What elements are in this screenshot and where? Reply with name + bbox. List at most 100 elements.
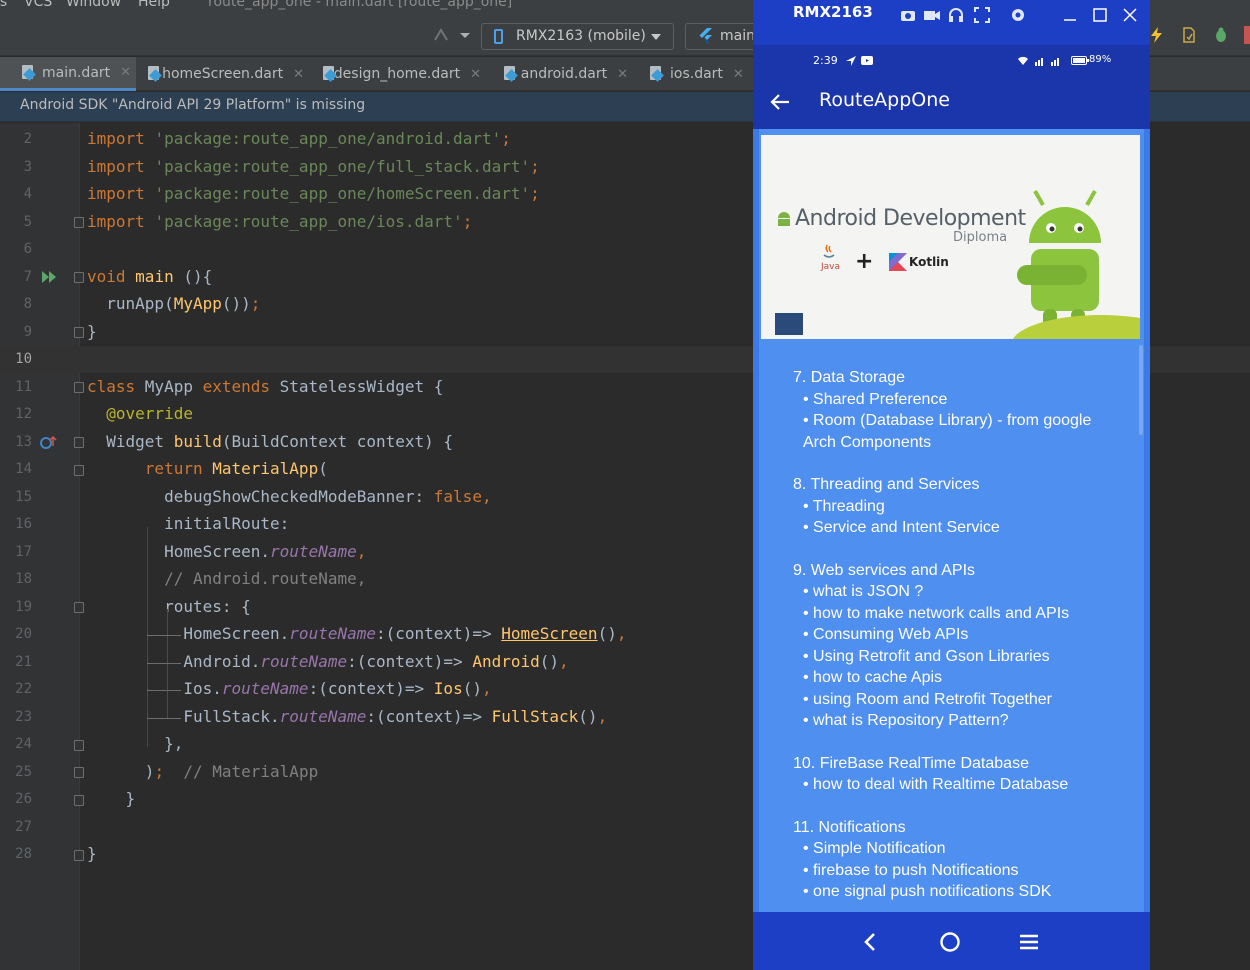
code-token: } <box>87 789 136 808</box>
fold-marker[interactable] <box>74 465 84 476</box>
app-content[interactable]: Android Development Diploma Java + Kotli… <box>753 129 1150 912</box>
minimize-icon[interactable] <box>1061 6 1079 24</box>
course-topic: • what is Repository Pattern? <box>803 712 1009 729</box>
plus-sign: + <box>855 249 874 274</box>
code-token: :(context)=> <box>376 624 502 643</box>
close-icon[interactable]: ✕ <box>617 67 628 82</box>
navigation-arrow-icon <box>846 56 856 66</box>
close-icon[interactable]: ✕ <box>733 67 744 82</box>
code-token: main <box>135 266 184 286</box>
line-number: 16 <box>15 516 32 532</box>
code-token: } <box>87 844 97 863</box>
code-token: ; <box>530 156 540 176</box>
line-number: 24 <box>15 736 32 752</box>
code-token: () <box>462 679 482 698</box>
code-token: } <box>87 321 97 341</box>
fold-marker[interactable] <box>74 217 84 228</box>
video-icon[interactable] <box>923 6 941 24</box>
fold-marker[interactable] <box>74 850 84 861</box>
run-icon[interactable] <box>41 270 59 284</box>
close-icon[interactable] <box>1121 6 1139 24</box>
code-token: Ios. <box>87 679 222 698</box>
emulator-title-bar: RMX2163 <box>753 0 1150 32</box>
fold-marker[interactable] <box>74 795 84 806</box>
toolbar-overflow[interactable] <box>1244 26 1250 44</box>
line-number: 26 <box>15 791 32 807</box>
tree-connector <box>147 718 181 719</box>
course-topic: • what is JSON ? <box>803 583 924 600</box>
code-token: 'package:route_app_one/full_stack.dart' <box>154 156 531 176</box>
code-token: , <box>356 541 367 561</box>
code-token: ; <box>250 294 261 313</box>
headphones-icon[interactable] <box>947 6 965 24</box>
code-text: routes: { <box>87 597 251 616</box>
course-section-title: 8. Threading and Services <box>793 476 980 493</box>
fold-marker[interactable] <box>74 272 84 283</box>
tab-main-dart[interactable]: main.dart ✕ <box>0 57 136 91</box>
close-icon[interactable]: ✕ <box>470 67 481 82</box>
line-number: 28 <box>15 846 32 862</box>
menu-item-ls[interactable]: ls <box>0 0 7 10</box>
tab-label: homeScreen.dart <box>162 66 284 82</box>
code-token: build <box>173 431 222 451</box>
menu-item-vcs[interactable]: VCS <box>24 0 52 10</box>
code-token: routes: { <box>87 596 251 616</box>
gear-icon[interactable] <box>1009 6 1027 24</box>
run-config-label: main <box>720 28 755 44</box>
override-icon[interactable] <box>40 434 58 450</box>
vcs-branch-icon[interactable] <box>432 26 450 44</box>
code-token: // MaterialApp <box>164 761 319 781</box>
code-token: ( <box>318 459 328 478</box>
line-number: 20 <box>15 626 32 642</box>
fold-marker[interactable] <box>74 602 84 613</box>
tab-ios-dart[interactable]: ios.dart ✕ <box>628 57 750 91</box>
code-token: import <box>87 129 155 148</box>
footer-logo <box>775 313 803 335</box>
course-topic: • Room (Database Library) - from google <box>803 412 1092 429</box>
device-file-icon[interactable] <box>1180 26 1198 44</box>
course-topic: • one signal push notifications SDK <box>803 883 1052 900</box>
fold-marker[interactable] <box>74 740 84 751</box>
code-text: import 'package:route_app_one/homeScreen… <box>87 184 540 203</box>
fold-marker[interactable] <box>74 327 84 338</box>
fullscreen-icon[interactable] <box>973 6 991 24</box>
code-text: void main (){ <box>87 267 212 286</box>
line-number: 7 <box>23 268 32 285</box>
chevron-down-icon[interactable] <box>456 26 474 44</box>
line-number: 19 <box>15 598 32 615</box>
line-number: 17 <box>15 543 32 560</box>
nav-home-icon[interactable] <box>939 931 961 953</box>
course-topic: • Consuming Web APIs <box>803 626 969 643</box>
maximize-icon[interactable] <box>1091 6 1109 24</box>
code-token: Widget <box>87 431 174 451</box>
tab-android-dart[interactable]: android.dart ✕ <box>482 57 628 91</box>
code-token: FullStack. <box>87 706 280 726</box>
menu-item-help[interactable]: Help <box>138 0 170 10</box>
scrollbar[interactable] <box>1139 345 1143 435</box>
debug-bug-icon[interactable] <box>1212 26 1230 44</box>
line-number: 4 <box>23 186 32 202</box>
line-number: 11 <box>15 378 32 395</box>
nav-back-icon[interactable] <box>863 932 877 952</box>
lightning-icon[interactable] <box>1148 26 1166 44</box>
code-token: ; <box>154 761 165 781</box>
code-token: :(context)=> <box>347 651 473 671</box>
fold-marker[interactable] <box>74 767 84 778</box>
menu-item-window[interactable]: Window <box>66 0 121 10</box>
course-section-title: 11. Notifications <box>793 818 906 836</box>
code-token: 'package:route_app_one/ios.dart' <box>154 211 463 231</box>
back-arrow-icon[interactable] <box>769 91 791 113</box>
course-topic: • Threading <box>803 497 885 515</box>
youtube-icon <box>861 56 873 65</box>
camera-icon[interactable] <box>899 6 917 24</box>
fold-marker[interactable] <box>74 382 84 393</box>
code-text: import 'package:route_app_one/full_stack… <box>87 157 540 176</box>
nav-menu-icon[interactable] <box>1019 932 1039 952</box>
code-token: import <box>87 211 155 231</box>
fold-marker[interactable] <box>74 437 84 448</box>
tab-design-home-dart[interactable]: design_home.dart ✕ <box>301 57 481 91</box>
tab-homescreen-dart[interactable]: homeScreen.dart ✕ <box>126 57 304 91</box>
android-logo-icon <box>778 212 790 226</box>
device-selector[interactable]: RMX2163 (mobile) <box>481 23 674 50</box>
course-topic: • Service and Intent Service <box>803 519 1000 536</box>
